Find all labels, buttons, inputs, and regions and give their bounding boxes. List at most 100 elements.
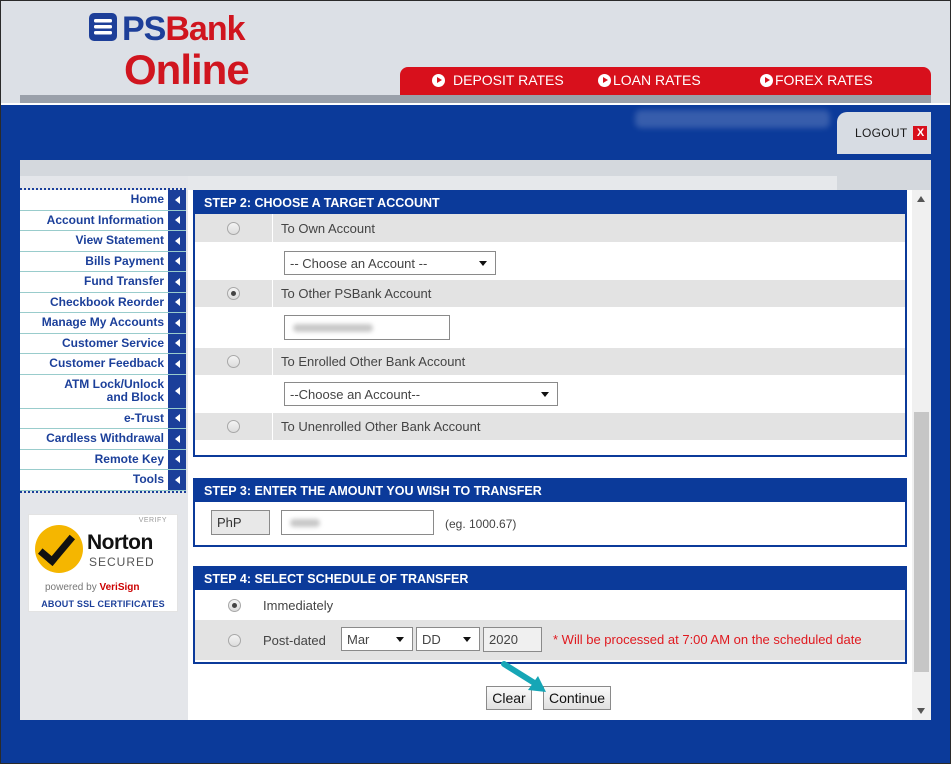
radio-cell: [195, 590, 273, 620]
scrollbar-thumb[interactable]: [914, 412, 929, 672]
chevron-left-icon: [168, 449, 186, 469]
sidebar-item-label: Cardless Withdrawal: [46, 431, 164, 446]
option-label: To Unenrolled Other Bank Account: [281, 419, 481, 434]
step3-panel: STEP 3: ENTER THE AMOUNT YOU WISH TO TRA…: [193, 478, 907, 547]
own-account-select[interactable]: -- Choose an Account --: [284, 251, 496, 275]
sidebar-divider: [20, 490, 186, 493]
sidebar-item-label: Remote Key: [94, 451, 164, 466]
chevron-left-icon: [168, 354, 186, 374]
sidebar-item-tools[interactable]: Tools: [20, 470, 186, 491]
scroll-up-arrow-icon[interactable]: [917, 196, 925, 202]
day-select[interactable]: DD: [416, 627, 480, 651]
option-own-account: To Own Account: [195, 214, 905, 242]
radio-immediately[interactable]: [227, 598, 241, 612]
chevron-left-icon: [168, 272, 186, 292]
sidebar-item-bills-payment[interactable]: Bills Payment: [20, 251, 186, 272]
select-value: -- Choose an Account --: [290, 255, 428, 271]
currency-field: PhP: [211, 510, 270, 535]
option-unenrolled-other-bank: To Unenrolled Other Bank Account: [195, 413, 905, 440]
deposit-rates-label: DEPOSIT RATES: [453, 72, 564, 88]
logout-label: LOGOUT: [855, 126, 908, 140]
step4-panel: STEP 4: SELECT SCHEDULE OF TRANSFER Imme…: [193, 566, 907, 664]
step2-panel: STEP 2: CHOOSE A TARGET ACCOUNT To Own A…: [193, 190, 907, 457]
logout-button[interactable]: LOGOUT X: [837, 112, 931, 154]
sidebar-item-cardless-withdrawal[interactable]: Cardless Withdrawal: [20, 429, 186, 450]
sidebar-item-atm-lock[interactable]: ATM Lock/Unlock and Block: [20, 374, 186, 409]
step4-title: STEP 4: SELECT SCHEDULE OF TRANSFER: [195, 568, 905, 590]
sidebar-item-label: Checkbook Reorder: [49, 294, 164, 309]
schedule-postdated-row: Post-dated Mar DD 2020 * Will be process…: [195, 620, 905, 660]
radio-enrolled-other-bank[interactable]: [227, 355, 240, 368]
chevron-down-icon: [463, 637, 471, 642]
blurred-user-info: [635, 110, 830, 128]
header: PSBank Online DEPOSIT RATES LOAN RATES F…: [0, 0, 951, 105]
radio-cell: [195, 413, 273, 440]
year-input[interactable]: 2020: [483, 627, 542, 652]
radio-unenrolled-other-bank[interactable]: [227, 420, 240, 433]
sidebar-item-home[interactable]: Home: [20, 190, 186, 211]
select-value: --Choose an Account--: [290, 386, 421, 402]
continue-button[interactable]: Continue: [543, 686, 611, 710]
chevron-left-icon: [168, 292, 186, 312]
own-account-select-row: -- Choose an Account --: [195, 242, 905, 280]
chevron-left-icon: [168, 470, 186, 490]
loan-rates-link[interactable]: LOAN RATES: [598, 72, 701, 88]
amount-row: PhP (eg. 1000.67): [195, 502, 905, 545]
chevron-down-icon: [396, 637, 404, 642]
rates-bar: DEPOSIT RATES LOAN RATES FOREX RATES: [400, 67, 931, 95]
amount-input[interactable]: [281, 510, 434, 535]
sidebar-item-customer-service[interactable]: Customer Service: [20, 333, 186, 354]
option-label: To Own Account: [281, 220, 375, 236]
option-label: To Other PSBank Account: [281, 286, 432, 301]
sidebar-item-manage-my-accounts[interactable]: Manage My Accounts: [20, 313, 186, 334]
sidebar-nav: Home Account Information View Statement …: [20, 188, 186, 493]
scroll-down-arrow-icon[interactable]: [917, 708, 925, 714]
psbank-logo-icon: [89, 13, 117, 41]
sidebar-item-account-information[interactable]: Account Information: [20, 210, 186, 231]
sidebar-item-fund-transfer[interactable]: Fund Transfer: [20, 272, 186, 293]
option-enrolled-other-bank: To Enrolled Other Bank Account: [195, 348, 905, 375]
norton-secured-seal[interactable]: VERIFY Norton SECURED powered by VeriSig…: [28, 514, 178, 612]
enrolled-account-select[interactable]: --Choose an Account--: [284, 382, 558, 406]
postdated-label: Post-dated: [263, 632, 326, 648]
header-divider: [20, 95, 931, 103]
loan-rates-label: LOAN RATES: [613, 72, 701, 88]
blurred-account-number: [293, 324, 373, 332]
radio-postdated[interactable]: [227, 633, 241, 647]
schedule-immediately-row: Immediately: [195, 590, 905, 620]
vertical-scrollbar[interactable]: [912, 190, 931, 720]
pointer-arrow-icon: [501, 661, 546, 692]
blurred-amount: [290, 519, 320, 527]
year-value: 2020: [489, 632, 518, 647]
select-value: DD: [422, 631, 441, 647]
chevron-down-icon: [479, 261, 487, 266]
ssl-certificates-link[interactable]: ABOUT SSL CERTIFICATES: [29, 599, 177, 609]
schedule-note: * Will be processed at 7:00 AM on the sc…: [553, 632, 862, 647]
sidebar-item-label: Account Information: [46, 212, 164, 227]
psbank-account-input-row: [195, 307, 905, 348]
deposit-rates-link[interactable]: DEPOSIT RATES: [432, 72, 564, 88]
radio-other-psbank-account[interactable]: [227, 287, 240, 300]
amount-hint: (eg. 1000.67): [445, 517, 517, 531]
forex-rates-link[interactable]: FOREX RATES: [760, 72, 873, 88]
psbank-account-number-input[interactable]: [284, 315, 450, 340]
logo-wordmark: PSBank: [122, 10, 246, 48]
play-circle-icon: [760, 73, 773, 87]
month-select[interactable]: Mar: [341, 627, 413, 651]
sidebar-item-label: Bills Payment: [85, 253, 164, 268]
secured-label: SECURED: [89, 555, 155, 569]
sidebar-item-remote-key[interactable]: Remote Key: [20, 449, 186, 470]
sidebar-item-checkbook-reorder[interactable]: Checkbook Reorder: [20, 292, 186, 313]
radio-own-account[interactable]: [227, 221, 240, 235]
sidebar-item-view-statement[interactable]: View Statement: [20, 231, 186, 252]
radio-cell: [195, 280, 273, 307]
sidebar-item-customer-feedback[interactable]: Customer Feedback: [20, 354, 186, 375]
chevron-left-icon: [168, 231, 186, 251]
immediately-label: Immediately: [263, 597, 334, 613]
sidebar-item-e-trust[interactable]: e-Trust: [20, 408, 186, 429]
step3-title: STEP 3: ENTER THE AMOUNT YOU WISH TO TRA…: [195, 480, 905, 502]
chevron-left-icon: [168, 190, 186, 210]
close-icon: X: [913, 126, 928, 140]
checkmark-icon: [35, 525, 83, 573]
psbank-online-logo[interactable]: PSBank Online: [88, 10, 278, 93]
